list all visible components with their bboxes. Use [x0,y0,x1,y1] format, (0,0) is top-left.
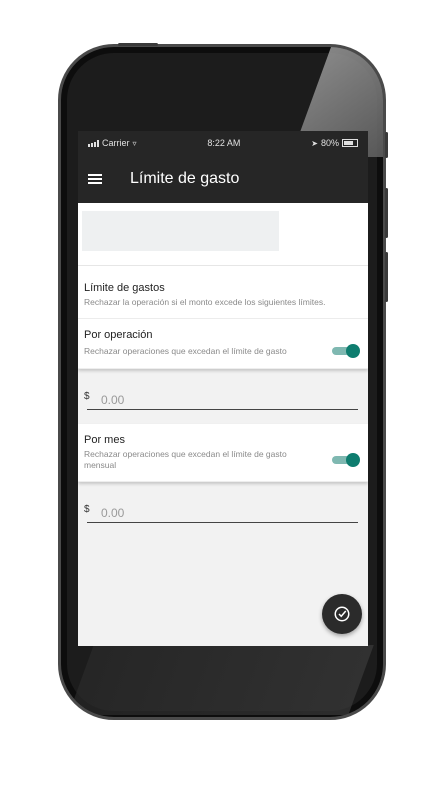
carrier-label: Carrier [102,138,130,148]
per-operation-toggle[interactable] [332,344,360,358]
app-bar: Límite de gasto [78,155,368,203]
top-button [118,43,158,46]
wifi-icon: ▿ [132,138,137,148]
per-operation-title: Por operación [84,329,153,341]
currency-symbol: $ [84,391,90,402]
location-icon: ➤ [311,138,318,148]
screen-glare-bottom [68,645,374,715]
section-title: Límite de gastos [84,282,165,294]
battery-percent: 80% [320,138,339,148]
check-circle-icon [334,606,350,622]
status-bar: Carrier ▿ 8:22 AM ➤ 80% [78,131,368,155]
volume-down-button [385,252,388,302]
placeholder-card [78,203,368,266]
page-title: Límite de gasto [130,170,240,187]
per-month-toggle[interactable] [332,453,360,467]
per-operation-row: Por operación Rechazar operaciones que e… [78,319,368,369]
per-month-title: Por mes [84,434,125,446]
per-operation-input-area: $ 0.00 [78,369,368,424]
signal-icon [88,139,99,147]
per-month-amount-input[interactable]: 0.00 [87,502,358,523]
per-month-input-area: $ 0.00 [78,482,368,531]
hamburger-icon[interactable] [88,174,102,184]
battery-icon [342,139,358,147]
per-month-row: Por mes Rechazar operaciones que excedan… [78,424,368,482]
confirm-fab-button[interactable] [322,594,362,634]
per-operation-amount-input[interactable]: 0.00 [87,389,358,410]
section-description: Rechazar la operación si el monto excede… [84,297,326,307]
app-screen: Carrier ▿ 8:22 AM ➤ 80% Límite de gasto … [78,131,368,646]
per-month-description: Rechazar operaciones que excedan el lími… [84,449,287,470]
currency-symbol: $ [84,504,90,515]
side-button [385,132,388,158]
volume-up-button [385,188,388,238]
per-operation-description: Rechazar operaciones que excedan el lími… [84,345,287,356]
spending-limits-section: Límite de gastos Rechazar la operación s… [78,266,368,319]
status-time: 8:22 AM [207,138,241,148]
placeholder-box [82,211,279,251]
